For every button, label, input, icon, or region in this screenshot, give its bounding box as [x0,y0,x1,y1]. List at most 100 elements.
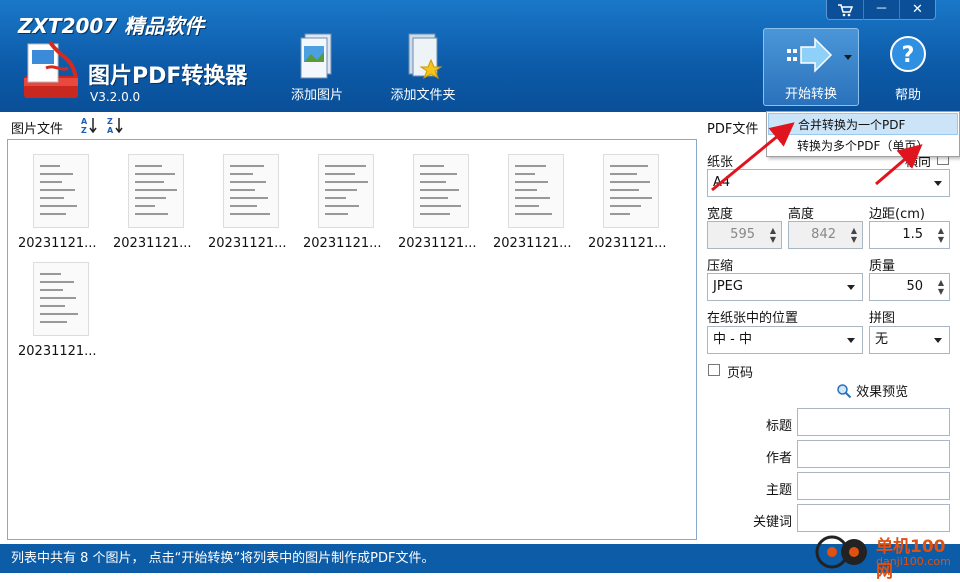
image-thumbnail[interactable]: 20231121... [113,146,199,251]
preview-label: 效果预览 [856,385,909,400]
image-thumbnail[interactable]: 20231121... [398,146,484,251]
keywords-field-label: 关键词 [752,515,792,530]
image-thumbnail-caption: 20231121... [208,236,287,251]
width-spinner[interactable]: 595 ▲ ▼ [707,221,782,249]
paper-select[interactable]: A4 [707,169,950,197]
sort-ascending-icon[interactable]: A Z [80,116,98,134]
menu-item-multiple-pdf[interactable]: 转换为多个PDF（单页） [768,135,958,157]
svg-text:?: ? [902,43,915,68]
width-label: 宽度 [707,207,734,222]
start-convert-button[interactable]: 开始转换 [763,28,859,106]
add-image-label: 添加图片 [290,88,343,103]
magnifier-icon [837,384,852,399]
cart-icon[interactable] [827,0,863,20]
position-label: 在纸张中的位置 [707,311,799,326]
spinner-arrows-icon[interactable]: ▲ ▼ [770,226,776,244]
window-controls: － ✕ [826,0,936,20]
author-field-label: 作者 [765,451,792,466]
document-page-preview [33,262,89,336]
height-value: 842 [811,227,836,242]
document-page-preview [603,154,659,228]
image-thumbnail[interactable]: 20231121... [493,146,579,251]
image-list-label: 图片文件 [11,122,64,137]
quality-value: 50 [906,279,923,294]
author-field[interactable] [797,440,950,468]
pdf-settings-title: PDF文件 [707,122,759,137]
subject-field-label: 主题 [765,483,792,498]
minimize-button[interactable]: － [863,0,899,20]
app-logo-icon [24,40,78,98]
document-page-preview [128,154,184,228]
svg-text:A: A [81,117,88,126]
svg-text:A: A [107,126,114,134]
paper-label: 纸张 [707,155,734,170]
help-button[interactable]: ? 帮助 [868,32,948,104]
image-thumbnail[interactable]: 20231121... [18,254,104,359]
preview-button[interactable]: 效果预览 [836,381,908,401]
add-folder-icon [408,33,443,80]
margin-spinner[interactable]: 1.5 ▲ ▼ [869,221,950,249]
document-page-preview [33,154,89,228]
app-title: 图片PDF转换器 [88,64,248,89]
margin-label: 边距(cm) [869,207,925,222]
image-thumbnail-caption: 20231121... [493,236,572,251]
image-list-toolbar: 图片文件 A Z Z A [0,112,700,139]
image-list[interactable]: 20231121... 20231121... 20231121... 2023112… [7,139,697,540]
compress-select[interactable]: JPEG [707,273,863,301]
watermark: 单机100网 danji100.com [810,530,960,582]
image-thumbnail-caption: 20231121... [303,236,382,251]
document-page-preview [508,154,564,228]
height-spinner[interactable]: 842 ▲ ▼ [788,221,863,249]
keywords-field[interactable] [797,504,950,532]
convert-mode-menu: 合并转换为一个PDF 转换为多个PDF（单页） [766,111,960,157]
page-number-label: 页码 [727,366,754,381]
height-label: 高度 [788,207,815,222]
quality-label: 质量 [869,259,896,274]
image-thumbnail-caption: 20231121... [18,344,97,359]
position-select[interactable]: 中 - 中 [707,326,863,354]
svg-text:Z: Z [107,117,113,126]
brand-name: ZXT2007 精品软件 [18,14,205,38]
subject-field[interactable] [797,472,950,500]
spinner-arrows-icon[interactable]: ▲ ▼ [938,226,944,244]
image-thumbnail[interactable]: 20231121... [588,146,674,251]
add-image-icon [300,33,332,79]
page-number-checkbox[interactable] [708,364,720,376]
image-thumbnail[interactable]: 20231121... [208,146,294,251]
spinner-arrows-icon[interactable]: ▲ ▼ [938,278,944,296]
document-page-preview [413,154,469,228]
compress-label: 压缩 [707,259,734,274]
title-field[interactable] [797,408,950,436]
help-label: 帮助 [894,88,921,103]
image-thumbnail-caption: 20231121... [113,236,192,251]
chevron-down-icon[interactable] [844,55,852,60]
image-thumbnail-caption: 20231121... [398,236,477,251]
tile-label: 拼图 [869,311,896,326]
watermark-url: danji100.com [876,555,951,568]
start-convert-label: 开始转换 [784,87,837,102]
close-button[interactable]: ✕ [899,0,935,20]
add-folder-button[interactable]: 添加文件夹 [383,32,463,104]
document-page-preview [223,154,279,228]
image-thumbnail[interactable]: 20231121... [18,146,104,251]
title-field-label: 标题 [765,419,792,434]
width-value: 595 [730,227,755,242]
watermark-logo-icon [815,535,867,569]
app-version: V3.2.0.0 [90,90,141,104]
image-thumbnail-caption: 20231121... [18,236,97,251]
help-icon: ? [890,36,926,72]
document-page-preview [318,154,374,228]
add-image-button[interactable]: 添加图片 [277,32,357,104]
svg-text:Z: Z [81,126,87,134]
add-folder-label: 添加文件夹 [390,88,456,103]
tile-select[interactable]: 无 [869,326,950,354]
spinner-arrows-icon[interactable]: ▲ ▼ [851,226,857,244]
menu-item-merge-single-pdf[interactable]: 合并转换为一个PDF [768,113,958,135]
margin-value: 1.5 [902,227,923,242]
title-bar: ZXT2007 精品软件 图片PDF转换器 V3.2.0.0 添加图片 添加文件… [0,0,960,112]
sort-descending-icon[interactable]: Z A [106,116,124,134]
image-thumbnail[interactable]: 20231121... [303,146,389,251]
image-thumbnail-caption: 20231121... [588,236,667,251]
convert-arrow-icon [787,37,833,73]
quality-spinner[interactable]: 50 ▲ ▼ [869,273,950,301]
